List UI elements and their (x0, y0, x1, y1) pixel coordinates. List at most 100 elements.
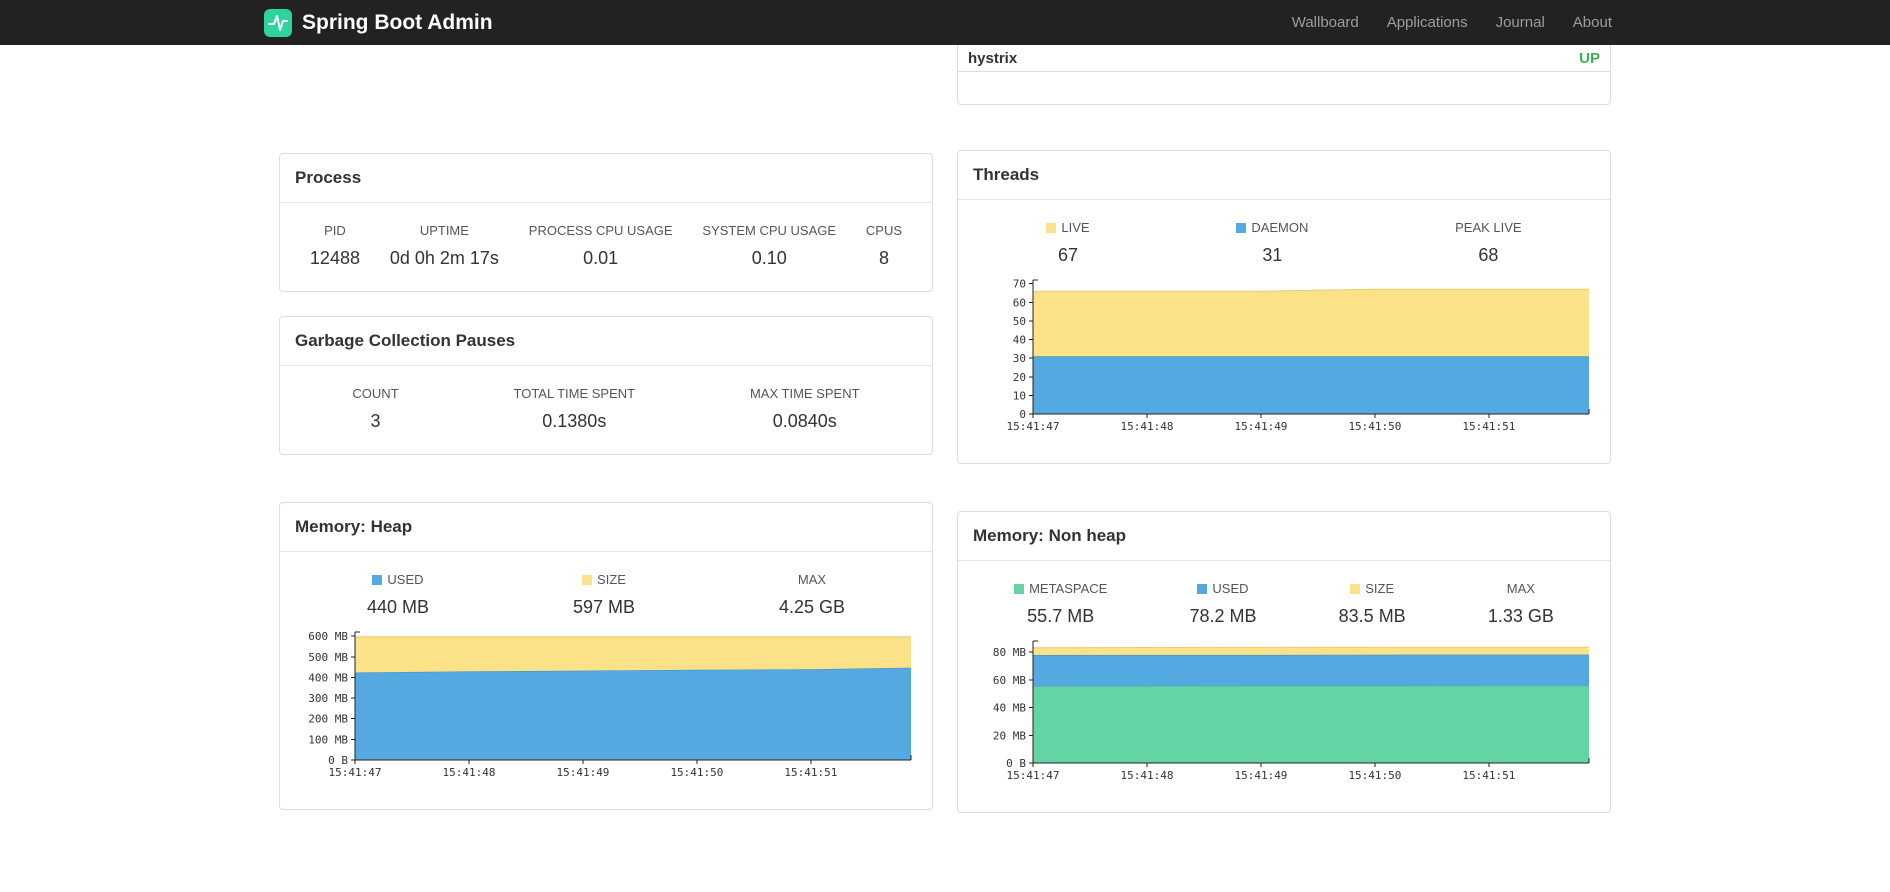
memory-nonheap-chart: 0 B 20 MB 40 MB 60 MB 80 MB 15:41:47 15:41:48 1… (973, 635, 1595, 790)
memory-nonheap-card-title: Memory: Non heap (958, 512, 1610, 561)
svg-text:20: 20 (1013, 371, 1026, 384)
brand-link[interactable]: Spring Boot Admin (264, 8, 493, 37)
stat-value: 78.2 MB (1189, 606, 1257, 626)
stat-cpus: CPUS 8 (866, 223, 902, 269)
svg-text:20 MB: 20 MB (993, 729, 1026, 742)
svg-text:60 MB: 60 MB (993, 674, 1026, 687)
gc-pauses-card-title: Garbage Collection Pauses (280, 317, 932, 366)
stat-value: 68 (1478, 245, 1499, 265)
content: Process PID 12488 UPTIME 0d 0h 2m 17s PR… (264, 0, 1626, 813)
svg-text:15:41:50: 15:41:50 (1348, 769, 1401, 782)
stat-value: 0.1380s (542, 411, 607, 431)
svg-text:15:41:49: 15:41:49 (1234, 420, 1287, 433)
stat-label: METASPACE (1014, 581, 1107, 596)
stat-value: 4.25 GB (778, 597, 846, 617)
nav-journal[interactable]: Journal (1482, 14, 1559, 31)
stat-value: 0d 0h 2m 17s (389, 248, 499, 268)
process-card-title: Process (280, 154, 932, 203)
stat-label: COUNT (352, 386, 399, 401)
legend-swatch-size (1350, 583, 1361, 594)
svg-text:15:41:47: 15:41:47 (1007, 420, 1060, 433)
stat-label: UPTIME (419, 223, 469, 238)
spring-boot-admin-logo-icon (264, 8, 292, 37)
nav-about[interactable]: About (1559, 14, 1626, 31)
application-row-hystrix[interactable]: hystrix UP (958, 46, 1610, 72)
stat-label: USED (367, 572, 429, 587)
stat-value: 0.0840s (772, 411, 837, 431)
stat-threads-peak-live: PEAK LIVE 68 (1455, 220, 1521, 266)
svg-text:15:41:47: 15:41:47 (1007, 769, 1060, 782)
svg-text:100 MB: 100 MB (308, 733, 348, 746)
process-card: Process PID 12488 UPTIME 0d 0h 2m 17s PR… (279, 153, 933, 292)
svg-text:30: 30 (1013, 352, 1026, 365)
application-name: hystrix (968, 50, 1018, 67)
stat-system-cpu-usage: SYSTEM CPU USAGE 0.10 (702, 223, 836, 269)
process-stats: PID 12488 UPTIME 0d 0h 2m 17s PROCESS CP… (295, 223, 917, 269)
legend-swatch-used (1197, 583, 1208, 594)
svg-text:15:41:49: 15:41:49 (1234, 769, 1287, 782)
nav-applications[interactable]: Applications (1373, 14, 1482, 31)
stat-value: 55.7 MB (1027, 606, 1095, 626)
stat-gc-count: COUNT 3 (352, 386, 398, 432)
threads-legend: LIVE 67 DAEMON 31 PEAK LIVE 68 (973, 220, 1595, 266)
stat-value: 67 (1057, 245, 1078, 265)
stat-label: SIZE (573, 572, 635, 587)
svg-text:400 MB: 400 MB (308, 671, 348, 684)
svg-text:15:41:49: 15:41:49 (556, 766, 609, 779)
threads-card: Threads LIVE 67 DAEMON 31 PEAK LIVE 68 0… (957, 150, 1611, 464)
svg-text:60: 60 (1013, 296, 1026, 309)
svg-text:15:41:48: 15:41:48 (1120, 420, 1173, 433)
svg-text:40 MB: 40 MB (993, 702, 1026, 715)
svg-text:70: 70 (1013, 278, 1026, 291)
stat-label: DAEMON (1236, 220, 1308, 235)
memory-heap-legend: USED 440 MB SIZE 597 MB MAX 4.25 GB (295, 572, 917, 618)
stat-uptime: UPTIME 0d 0h 2m 17s (390, 223, 499, 269)
legend-swatch-size (582, 574, 593, 585)
navbar-inner: Spring Boot Admin Wallboard Applications… (264, 0, 1626, 45)
memory-heap-card: Memory: Heap USED 440 MB SIZE 597 MB MAX… (279, 502, 933, 810)
threads-chart: 0 10 20 30 40 50 60 70 15:41:47 15:41:48 15:41:49 1… (973, 274, 1595, 441)
stat-label: TOTAL TIME SPENT (513, 386, 636, 401)
brand-title: Spring Boot Admin (302, 10, 493, 34)
svg-text:15:41:47: 15:41:47 (329, 766, 382, 779)
top-navbar: Spring Boot Admin Wallboard Applications… (0, 0, 1890, 45)
status-card-footer-space (958, 72, 1610, 104)
gc-stats: COUNT 3 TOTAL TIME SPENT 0.1380s MAX TIM… (295, 386, 917, 432)
memory-nonheap-card: Memory: Non heap METASPACE 55.7 MB USED (957, 511, 1611, 813)
svg-text:80 MB: 80 MB (993, 646, 1026, 659)
stat-value: 31 (1262, 245, 1283, 265)
stat-heap-max: MAX 4.25 GB (779, 572, 845, 618)
stat-label: PEAK LIVE (1455, 220, 1522, 235)
stat-heap-size: SIZE 597 MB (573, 572, 635, 618)
stat-label: PROCESS CPU USAGE (528, 223, 673, 238)
stat-label: MAX TIME SPENT (749, 386, 860, 401)
stat-label: MAX (797, 572, 827, 587)
stat-heap-used: USED 440 MB (367, 572, 429, 618)
memory-heap-card-title: Memory: Heap (280, 503, 932, 552)
svg-text:15:41:48: 15:41:48 (442, 766, 495, 779)
stat-value: 597 MB (572, 597, 636, 617)
legend-swatch-live (1046, 222, 1057, 233)
stat-metaspace: METASPACE 55.7 MB (1014, 581, 1107, 627)
nav-wallboard[interactable]: Wallboard (1278, 14, 1373, 31)
svg-text:15:41:51: 15:41:51 (1462, 769, 1515, 782)
memory-nonheap-legend: METASPACE 55.7 MB USED 78.2 MB SIZE 83.5… (973, 581, 1595, 627)
svg-text:15:41:51: 15:41:51 (1462, 420, 1515, 433)
stat-label: PID (324, 223, 346, 238)
stat-nonheap-max: MAX 1.33 GB (1488, 581, 1554, 627)
svg-text:15:41:50: 15:41:50 (1348, 420, 1401, 433)
stat-gc-total-time: TOTAL TIME SPENT 0.1380s (514, 386, 636, 432)
memory-heap-chart: 0 B 100 MB 200 MB 300 MB 400 MB 500 MB 600 MB 1… (295, 626, 917, 787)
stat-label: MAX (1506, 581, 1535, 596)
threads-card-title: Threads (958, 151, 1610, 200)
stat-value: 0.10 (751, 248, 787, 268)
svg-text:15:41:50: 15:41:50 (670, 766, 723, 779)
stat-label: SYSTEM CPU USAGE (702, 223, 837, 238)
stat-value: 3 (370, 411, 381, 431)
svg-text:10: 10 (1013, 389, 1026, 402)
gc-pauses-card: Garbage Collection Pauses COUNT 3 TOTAL … (279, 316, 933, 455)
right-column: hystrix UP Threads LIVE 67 DAEMON 31 PEA… (957, 0, 1611, 813)
stat-nonheap-size: SIZE 83.5 MB (1339, 581, 1406, 627)
svg-text:50: 50 (1013, 315, 1026, 328)
nav-links: Wallboard Applications Journal About (1278, 14, 1626, 31)
